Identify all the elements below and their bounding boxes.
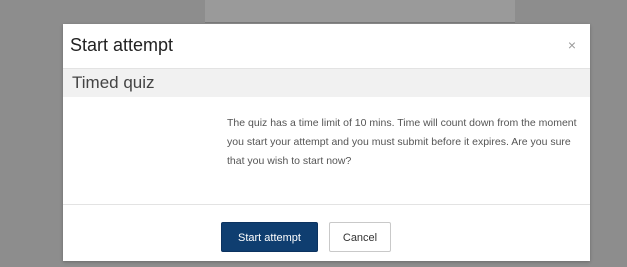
dialog-header: Start attempt × (63, 24, 590, 69)
dialog-subheader: Timed quiz (63, 69, 590, 97)
close-icon[interactable]: × (564, 37, 580, 53)
start-attempt-dialog: Start attempt × Timed quiz The quiz has … (63, 24, 590, 261)
cancel-button[interactable]: Cancel (329, 222, 391, 252)
dialog-footer: Start attempt Cancel (63, 204, 590, 262)
dialog-message: The quiz has a time limit of 10 mins. Ti… (227, 117, 577, 167)
dialog-subtitle: Timed quiz (72, 73, 155, 92)
start-attempt-button[interactable]: Start attempt (221, 222, 318, 252)
dialog-title: Start attempt (70, 35, 174, 55)
page: Start attempt × Timed quiz The quiz has … (0, 0, 627, 267)
background-content-bar (205, 0, 515, 23)
